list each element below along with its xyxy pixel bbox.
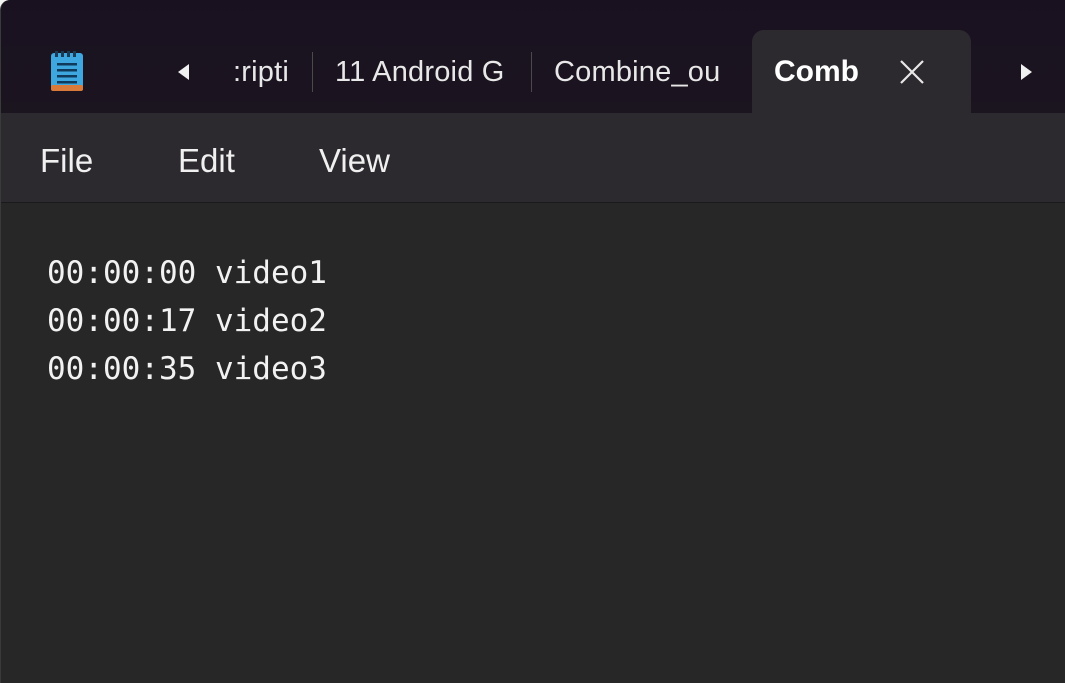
editor-line: 00:00:35 video3: [47, 351, 327, 387]
tab-divider: [531, 52, 532, 92]
menu-view[interactable]: View: [319, 139, 390, 183]
triangle-right-icon: [1021, 64, 1032, 80]
tab-android[interactable]: 11 Android G: [335, 44, 521, 100]
menu-bar: File Edit View: [1, 113, 1065, 203]
notepad-window: :ripti 11 Android G Combine_ou Comb File…: [0, 0, 1065, 683]
tab-active[interactable]: Comb: [752, 30, 971, 120]
notepad-icon: [49, 49, 85, 93]
menu-edit[interactable]: Edit: [178, 139, 235, 183]
text-editor-area[interactable]: 00:00:00 video1 00:00:17 video2 00:00:35…: [1, 203, 1065, 683]
close-tab-button[interactable]: [892, 52, 932, 92]
menu-file[interactable]: File: [40, 139, 93, 183]
tab-combine-output[interactable]: Combine_ou: [554, 44, 740, 100]
tab-scripts[interactable]: :ripti: [233, 44, 301, 100]
tab-label: 11 Android G: [335, 55, 505, 88]
triangle-left-icon: [178, 64, 189, 80]
tab-label: :ripti: [233, 55, 289, 88]
tab-label: Combine_ou: [554, 55, 721, 88]
scroll-tabs-left-button[interactable]: [169, 56, 197, 88]
active-tab-label: Comb: [774, 55, 859, 88]
scroll-tabs-right-button[interactable]: [1013, 56, 1041, 88]
close-icon: [900, 60, 924, 84]
editor-line: 00:00:17 video2: [47, 303, 327, 339]
title-bar: :ripti 11 Android G Combine_ou Comb: [1, 0, 1065, 120]
tab-divider: [312, 52, 313, 92]
editor-line: 00:00:00 video1: [47, 255, 327, 291]
